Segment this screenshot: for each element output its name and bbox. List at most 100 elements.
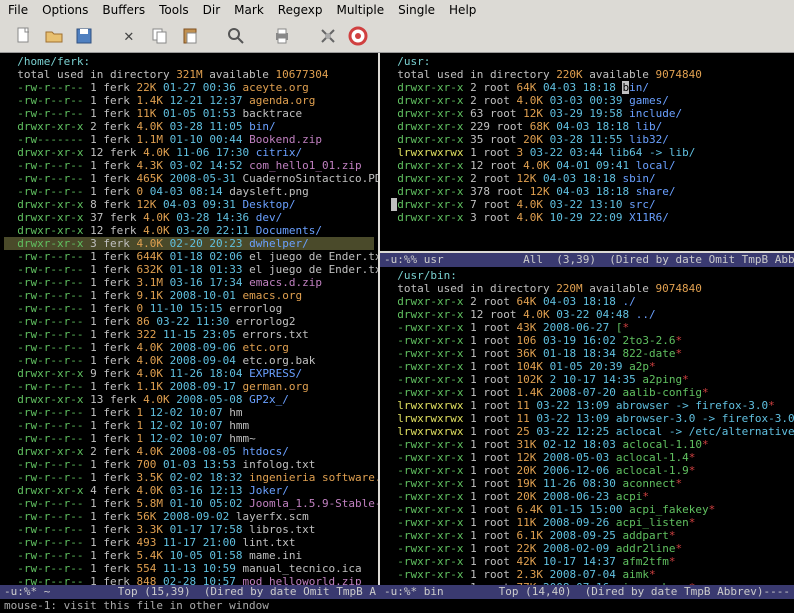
file-row[interactable]: -rw-r--r-- 1 ferk 9.1K 2008-10-01 emacs.… <box>4 289 374 302</box>
file-row[interactable]: drwxr-xr-x 4 ferk 4.0K 03-16 12:13 Joker… <box>4 484 374 497</box>
minibuffer[interactable]: mouse-1: visit this file in other window <box>0 599 794 613</box>
file-row[interactable]: drwxr-xr-x 13 ferk 4.0K 2008-05-08 GP2x_… <box>4 393 374 406</box>
menu-multiple[interactable]: Multiple <box>336 3 384 17</box>
copy-icon[interactable] <box>148 24 172 48</box>
file-row[interactable]: -rw-r--r-- 1 ferk 22K 01-27 00:36 aceyte… <box>4 81 374 94</box>
cut-icon[interactable]: ✕ <box>118 24 142 48</box>
paste-icon[interactable] <box>178 24 202 48</box>
file-row[interactable]: -rw------- 1 ferk 1.1M 01-10 00:44 Booke… <box>4 133 374 146</box>
file-row[interactable]: drwxr-xr-x 2 root 12K 04-03 18:18 sbin/ <box>384 172 794 185</box>
file-row[interactable]: drwxr-xr-x 12 root 4.0K 04-01 09:41 loca… <box>384 159 794 172</box>
file-row[interactable]: -rw-r--r-- 1 ferk 3.3K 01-17 17:58 libro… <box>4 523 374 536</box>
file-row[interactable]: drwxr-xr-x 12 ferk 4.0K 11-06 17:30 citr… <box>4 146 374 159</box>
file-row[interactable]: drwxr-xr-x 3 ferk 4.0K 02-20 20:23 dwhel… <box>4 237 374 250</box>
file-row[interactable]: -rw-r--r-- 1 ferk 1 12-02 10:07 hmm <box>4 419 374 432</box>
file-row[interactable]: -rwxr-xr-x 1 root 77K 2008-07-16 aircrac… <box>384 581 794 585</box>
file-row[interactable]: -rw-r--r-- 1 ferk 554 11-13 10:59 manual… <box>4 562 374 575</box>
file-row[interactable]: -rw-r--r-- 1 ferk 700 01-03 13:53 infolo… <box>4 458 374 471</box>
menu-file[interactable]: File <box>8 3 28 17</box>
menubar[interactable]: File Options Buffers Tools Dir Mark Regexp Mult… <box>0 0 794 20</box>
help-icon[interactable] <box>346 24 370 48</box>
file-row[interactable]: drwxr-xr-x 35 root 20K 03-28 11:55 lib32… <box>384 133 794 146</box>
file-row[interactable]: -rwxr-xr-x 1 root 104K 01-05 20:39 a2p* <box>384 360 794 373</box>
menu-help[interactable]: Help <box>449 3 476 17</box>
file-row[interactable]: -rwxr-xr-x 1 root 1.4K 2008-07-20 aalib-… <box>384 386 794 399</box>
file-row[interactable]: lrwxrwxrwx 1 root 3 03-22 03:44 lib64 ->… <box>384 146 794 159</box>
file-row[interactable]: -rwxr-xr-x 1 root 6.1K 2008-09-25 addpar… <box>384 529 794 542</box>
file-row[interactable]: -rw-r--r-- 1 ferk 4.0K 2008-09-06 etc.or… <box>4 341 374 354</box>
file-row[interactable]: -rw-r--r-- 1 ferk 56K 2008-09-02 layerfx… <box>4 510 374 523</box>
file-row[interactable]: -rw-r--r-- 1 ferk 1.1K 2008-09-17 german… <box>4 380 374 393</box>
file-row[interactable]: -rwxr-xr-x 1 root 11K 2008-09-26 acpi_li… <box>384 516 794 529</box>
file-row[interactable]: -rw-r--r-- 1 ferk 493 11-17 21:00 lint.t… <box>4 536 374 549</box>
save-file-icon[interactable] <box>72 24 96 48</box>
file-row[interactable]: -rwxr-xr-x 1 root 12K 2008-05-03 aclocal… <box>384 451 794 464</box>
menu-mark[interactable]: Mark <box>234 3 264 17</box>
menu-single[interactable]: Single <box>398 3 435 17</box>
file-row[interactable]: drwxr-xr-x 12 root 4.0K 03-22 04:48 ../ <box>384 308 794 321</box>
file-row[interactable]: drwxr-xr-x 2 ferk 4.0K 2008-08-05 htdocs… <box>4 445 374 458</box>
file-row[interactable]: -rw-r--r-- 1 ferk 322 11-15 23:05 errors… <box>4 328 374 341</box>
file-row[interactable]: -rw-r--r-- 1 ferk 848 02-28 10:57 mod_he… <box>4 575 374 585</box>
file-row[interactable]: -rw-r--r-- 1 ferk 3.5K 02-02 18:32 ingen… <box>4 471 374 484</box>
file-row[interactable]: -rwxr-xr-x 1 root 102K 2 10-17 14:35 a2p… <box>384 373 794 386</box>
file-row[interactable]: -rw-r--r-- 1 ferk 86 03-22 11:30 errorlo… <box>4 315 374 328</box>
file-row[interactable]: drwxr-xr-x 2 root 64K 04-03 18:18 ./ <box>384 295 794 308</box>
file-row[interactable]: drwxr-xr-x 2 ferk 4.0K 03-28 11:05 bin/ <box>4 120 374 133</box>
file-row[interactable]: -rwxr-xr-x 1 root 19K 11-26 08:30 aconne… <box>384 477 794 490</box>
file-row[interactable]: -rw-r--r-- 1 ferk 5.8M 01-10 05:02 Jooml… <box>4 497 374 510</box>
file-row[interactable]: -rw-r--r-- 1 ferk 4.3K 03-02 14:52 com_h… <box>4 159 374 172</box>
file-row[interactable]: -rwxr-xr-x 1 root 22K 2008-02-09 addr2li… <box>384 542 794 555</box>
file-row[interactable]: drwxr-xr-x 12 ferk 4.0K 03-20 22:11 Docu… <box>4 224 374 237</box>
open-file-icon[interactable] <box>42 24 66 48</box>
pane-left[interactable]: /home/ferk: total used in directory 321M… <box>0 53 378 585</box>
file-row[interactable]: -rwxr-xr-x 1 root 31K 02-12 18:03 acloca… <box>384 438 794 451</box>
menu-buffers[interactable]: Buffers <box>102 3 145 17</box>
file-row[interactable]: -rw-r--r-- 1 ferk 0 11-10 15:15 errorlog <box>4 302 374 315</box>
file-row[interactable]: drwxr-xr-x 3 root 4.0K 10-29 22:09 X11R6… <box>384 211 794 224</box>
svg-text:✕: ✕ <box>124 26 134 45</box>
file-row[interactable]: -rwxr-xr-x 1 root 20K 2006-12-06 aclocal… <box>384 464 794 477</box>
file-row[interactable]: drwxr-xr-x 229 root 68K 04-03 18:18 lib/ <box>384 120 794 133</box>
file-row[interactable]: -rw-r--r-- 1 ferk 1 12-02 10:07 hm <box>4 406 374 419</box>
file-row[interactable]: -rwxr-xr-x 1 root 106 03-19 16:02 2to3-2… <box>384 334 794 347</box>
preferences-icon[interactable] <box>316 24 340 48</box>
file-row[interactable]: -rw-r--r-- 1 ferk 1.4K 12-21 12:37 agend… <box>4 94 374 107</box>
search-icon[interactable] <box>224 24 248 48</box>
menu-options[interactable]: Options <box>42 3 88 17</box>
file-row[interactable]: -rwxr-xr-x 1 root 36K 01-18 18:34 822-da… <box>384 347 794 360</box>
pane-top-right[interactable]: /usr: total used in directory 220K avail… <box>380 53 794 253</box>
file-row[interactable]: lrwxrwxrwx 1 root 11 03-22 13:09 abrowse… <box>384 399 794 412</box>
file-row[interactable]: drwxr-xr-x 2 root 4.0K 03-03 00:39 games… <box>384 94 794 107</box>
file-row[interactable]: drwxr-xr-x 37 ferk 4.0K 03-28 14:36 dev/ <box>4 211 374 224</box>
menu-regexp[interactable]: Regexp <box>278 3 323 17</box>
file-row[interactable]: -rw-r--r-- 1 ferk 465K 2008-05-31 Cuader… <box>4 172 374 185</box>
file-row[interactable]: -rw-r--r-- 1 ferk 11K 01-05 01:53 backtr… <box>4 107 374 120</box>
file-row[interactable]: drwxr-xr-x 9 ferk 4.0K 11-26 18:04 EXPRE… <box>4 367 374 380</box>
file-row[interactable]: lrwxrwxrwx 1 root 11 03-22 13:09 abrowse… <box>384 412 794 425</box>
path: /usr: <box>384 55 430 68</box>
file-row[interactable]: lrwxrwxrwx 1 root 25 03-22 12:25 aclocal… <box>384 425 794 438</box>
file-row[interactable]: drwxr-xr-x 7 root 4.0K 03-22 13:10 src/ <box>384 198 794 211</box>
file-row[interactable]: -rw-r--r-- 1 ferk 4.0K 2008-09-04 etc.or… <box>4 354 374 367</box>
file-row[interactable]: -rwxr-xr-x 1 root 2.3K 2008-07-04 aimk* <box>384 568 794 581</box>
file-row[interactable]: -rw-r--r-- 1 ferk 5.4K 10-05 01:58 mame.… <box>4 549 374 562</box>
file-row[interactable]: -rw-r--r-- 1 ferk 0 04-03 08:14 daysleft… <box>4 185 374 198</box>
file-row[interactable]: -rw-r--r-- 1 ferk 632K 01-18 01:33 el ju… <box>4 263 374 276</box>
file-row[interactable]: -rwxr-xr-x 1 root 42K 10-17 14:37 afm2tf… <box>384 555 794 568</box>
menu-dir[interactable]: Dir <box>203 3 221 17</box>
menu-tools[interactable]: Tools <box>159 3 189 17</box>
file-row[interactable]: -rw-r--r-- 1 ferk 3.1M 03-16 17:34 emacs… <box>4 276 374 289</box>
pane-bottom-right[interactable]: /usr/bin: total used in directory 220M a… <box>380 267 794 585</box>
print-icon[interactable] <box>270 24 294 48</box>
file-row[interactable]: -rwxr-xr-x 1 root 20K 2008-06-23 acpi* <box>384 490 794 503</box>
new-file-icon[interactable] <box>12 24 36 48</box>
file-row[interactable]: -rwxr-xr-x 1 root 6.4K 01-15 15:00 acpi_… <box>384 503 794 516</box>
file-row[interactable]: drwxr-xr-x 378 root 12K 04-03 18:18 shar… <box>384 185 794 198</box>
file-row[interactable]: drwxr-xr-x 2 root 64K 04-03 18:18 bin/ <box>384 81 794 94</box>
file-row[interactable]: -rwxr-xr-x 1 root 43K 2008-06-27 [* <box>384 321 794 334</box>
file-row[interactable]: -rw-r--r-- 1 ferk 644K 01-18 02:06 el ju… <box>4 250 374 263</box>
file-row[interactable]: drwxr-xr-x 63 root 12K 03-29 19:58 inclu… <box>384 107 794 120</box>
file-row[interactable]: drwxr-xr-x 8 ferk 12K 04-03 09:31 Deskto… <box>4 198 374 211</box>
file-row[interactable]: -rw-r--r-- 1 ferk 1 12-02 10:07 hmm~ <box>4 432 374 445</box>
